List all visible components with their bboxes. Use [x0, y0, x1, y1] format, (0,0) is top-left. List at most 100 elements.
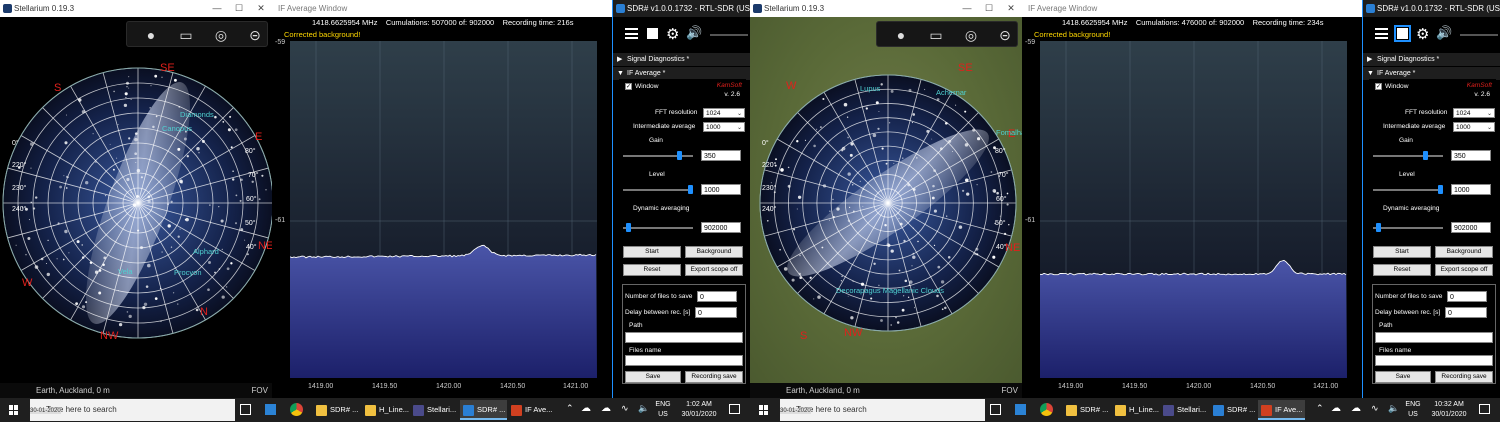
speaker-icon[interactable]: 🔊: [1436, 25, 1452, 41]
start-button[interactable]: Start: [623, 246, 681, 258]
target-icon[interactable]: ◎: [963, 27, 979, 43]
notification-icon[interactable]: [729, 404, 740, 414]
clock[interactable]: 1:02 AM 30/01/2020: [676, 398, 722, 422]
rectangle-icon[interactable]: ▭: [928, 27, 944, 43]
language-indicator[interactable]: ENG US: [652, 398, 674, 422]
task-view-icon[interactable]: [990, 404, 1001, 415]
stellarium-titlebar[interactable]: Stellarium 0.19.3 — ☐ ✕: [750, 0, 1022, 17]
window-checkbox[interactable]: ✓: [625, 83, 632, 90]
if-average-titlebar[interactable]: IF Average Window: [1022, 0, 1362, 17]
reset-button[interactable]: Reset: [623, 264, 681, 276]
stop-icon[interactable]: [647, 28, 658, 39]
minimize-icon[interactable]: —: [206, 0, 228, 17]
level-value-input[interactable]: 1000: [701, 184, 741, 195]
dyn-slider[interactable]: [1373, 227, 1443, 229]
signal-diagnostics-section[interactable]: ▶ Signal Diagnostics *: [613, 53, 750, 66]
path-input[interactable]: [1375, 332, 1493, 343]
volume-icon[interactable]: 🔈: [638, 403, 649, 414]
start-button[interactable]: Start: [1373, 246, 1431, 258]
taskbar-item[interactable]: SDR# ...: [1210, 400, 1257, 420]
level-value-input[interactable]: 1000: [1451, 184, 1491, 195]
level-slider[interactable]: [1373, 189, 1443, 191]
level-slider-thumb[interactable]: [1437, 185, 1443, 194]
intermediate-average-select[interactable]: 1000 ⌄: [1453, 122, 1495, 132]
recording-save-button[interactable]: Recording save: [1435, 371, 1493, 383]
taskbar-item[interactable]: H_Line...: [1112, 400, 1159, 420]
speaker-icon[interactable]: 🔊: [686, 25, 702, 41]
stellarium-titlebar[interactable]: Stellarium 0.19.3 — ☐ ✕: [0, 0, 272, 17]
wifi-icon[interactable]: ∿: [621, 403, 629, 414]
delay-input[interactable]: 0: [695, 307, 737, 318]
notification-icon[interactable]: [1479, 404, 1490, 414]
recording-save-button[interactable]: Recording save: [685, 371, 743, 383]
save-button[interactable]: Save: [1375, 371, 1431, 383]
close-icon[interactable]: ✕: [250, 0, 272, 17]
taskbar-item[interactable]: SDR# ...: [1063, 400, 1110, 420]
volume-slider[interactable]: [710, 34, 748, 36]
gear-icon[interactable]: ⚙: [1416, 25, 1429, 43]
taskbar-item[interactable]: SDR# ...: [460, 400, 507, 420]
cloud-icon[interactable]: ☁: [601, 403, 611, 414]
dyn-value-input[interactable]: 902000: [701, 222, 741, 233]
gain-slider-thumb[interactable]: [677, 151, 683, 160]
chrome-icon[interactable]: [1040, 403, 1053, 416]
sdr-titlebar[interactable]: SDR# v1.0.0.1732 - RTL-SDR (USB): [613, 0, 750, 17]
store-icon[interactable]: [265, 404, 276, 415]
task-view-icon[interactable]: [240, 404, 251, 415]
stop-icon[interactable]: [1394, 25, 1411, 42]
close-icon[interactable]: ✕: [1000, 0, 1022, 17]
gain-slider[interactable]: [623, 155, 693, 157]
record-circle-icon[interactable]: ●: [143, 27, 159, 43]
spectrum-plot[interactable]: [1040, 41, 1347, 378]
level-slider-thumb[interactable]: [687, 185, 693, 194]
taskbar-item[interactable]: SDR# ...: [313, 400, 360, 420]
path-input[interactable]: [625, 332, 743, 343]
language-indicator[interactable]: ENG US: [1402, 398, 1424, 422]
spectrum-plot[interactable]: [290, 41, 597, 378]
if-average-titlebar[interactable]: IF Average Window: [272, 0, 612, 17]
background-button[interactable]: Background: [1435, 246, 1493, 258]
cloud-icon[interactable]: ☁: [581, 403, 591, 414]
reset-button[interactable]: Reset: [1373, 264, 1431, 276]
sky-view[interactable]: [750, 17, 1022, 383]
no-entry-icon[interactable]: ⊝: [997, 27, 1013, 43]
rectangle-icon[interactable]: ▭: [178, 27, 194, 43]
signal-diagnostics-section[interactable]: ▶ Signal Diagnostics *: [1363, 53, 1500, 66]
files-count-input[interactable]: 0: [697, 291, 737, 302]
gain-slider-thumb[interactable]: [1422, 151, 1428, 160]
store-icon[interactable]: [1015, 404, 1026, 415]
gear-icon[interactable]: ⚙: [666, 25, 679, 43]
menu-icon[interactable]: [1375, 28, 1388, 39]
level-slider[interactable]: [623, 189, 693, 191]
windows-start-icon[interactable]: [759, 405, 769, 415]
maximize-icon[interactable]: ☐: [228, 0, 250, 17]
chevron-up-icon[interactable]: ⌃: [566, 403, 574, 414]
export-button[interactable]: Export scope off: [685, 264, 743, 276]
background-button[interactable]: Background: [685, 246, 743, 258]
no-entry-icon[interactable]: ⊝: [247, 27, 263, 43]
fft-resolution-select[interactable]: 1024 ⌄: [703, 108, 745, 118]
save-button[interactable]: Save: [625, 371, 681, 383]
dyn-value-input[interactable]: 902000: [1451, 222, 1491, 233]
chrome-icon[interactable]: [290, 403, 303, 416]
windows-start-icon[interactable]: [9, 405, 19, 415]
dyn-slider[interactable]: [623, 227, 693, 229]
volume-icon[interactable]: 🔈: [1388, 403, 1399, 414]
files-name-input[interactable]: [625, 355, 743, 366]
window-checkbox[interactable]: ✓: [1375, 83, 1382, 90]
cloud-icon[interactable]: ☁: [1351, 403, 1361, 414]
dyn-slider-thumb[interactable]: [626, 223, 632, 232]
files-name-input[interactable]: [1375, 355, 1493, 366]
gain-slider[interactable]: [1373, 155, 1443, 157]
gain-value-input[interactable]: 350: [1451, 150, 1491, 161]
export-button[interactable]: Export scope off: [1435, 264, 1493, 276]
taskbar-item[interactable]: IF Ave...: [508, 400, 555, 420]
sky-view[interactable]: [0, 17, 272, 383]
delay-input[interactable]: 0: [1445, 307, 1487, 318]
wifi-icon[interactable]: ∿: [1371, 403, 1379, 414]
clock[interactable]: 10:32 AM 30/01/2020: [1426, 398, 1472, 422]
record-circle-icon[interactable]: ●: [893, 27, 909, 43]
target-icon[interactable]: ◎: [213, 27, 229, 43]
dyn-slider-thumb[interactable]: [1376, 223, 1382, 232]
gain-value-input[interactable]: 350: [701, 150, 741, 161]
